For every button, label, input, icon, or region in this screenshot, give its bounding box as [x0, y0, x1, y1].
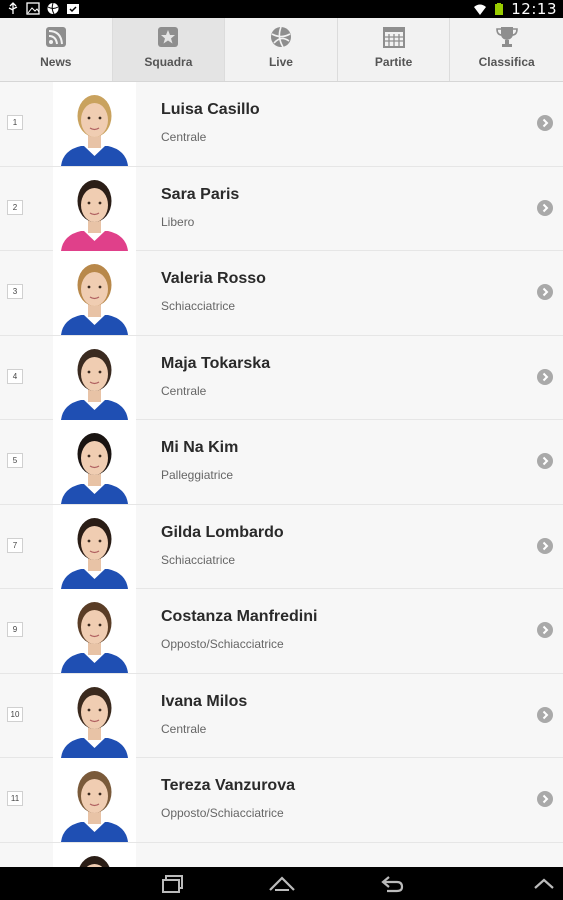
tab-label: Classifica [478, 55, 535, 69]
tab-live[interactable]: Live [225, 18, 338, 81]
player-number-badge: 9 [7, 622, 23, 637]
player-role: Schiacciatrice [161, 299, 236, 313]
back-icon[interactable] [379, 874, 405, 894]
player-name: Mi Na Kim [161, 439, 239, 456]
player-role: Centrale [161, 721, 207, 736]
player-number-badge: 3 [7, 284, 23, 299]
chevron-right-icon[interactable] [537, 368, 553, 385]
player-photo [53, 842, 136, 867]
player-number-badge: 5 [7, 453, 23, 468]
player-number-badge: 11 [7, 791, 23, 806]
player-photo [53, 166, 136, 251]
volleyball-icon [270, 26, 291, 48]
player-photo [53, 673, 136, 758]
system-status: 12:13 [473, 0, 557, 18]
chevron-right-icon[interactable] [537, 115, 553, 131]
player-row[interactable]: 11 Tereza Vanzurova Opposto/Schiacciatrice [0, 758, 563, 843]
player-photo [53, 335, 136, 420]
rss-icon [45, 27, 66, 47]
chevron-right-icon[interactable] [537, 453, 553, 469]
player-photo [53, 589, 136, 673]
tab-label: Partite [374, 55, 413, 69]
wifi-icon [474, 4, 487, 15]
chevron-right-icon[interactable] [537, 791, 553, 807]
player-row[interactable] [0, 842, 563, 867]
star-icon [158, 27, 179, 47]
image-icon [26, 2, 40, 15]
chevron-up-icon[interactable] [533, 874, 555, 894]
player-photo [53, 758, 136, 842]
tab-label: News [40, 55, 72, 69]
tab-partite[interactable]: Partite [338, 18, 451, 81]
player-row[interactable]: 2 Sara Paris Libero [0, 166, 563, 251]
chevron-right-icon[interactable] [537, 199, 553, 216]
player-row[interactable]: 5 Mi Na Kim Palleggiatrice [0, 420, 563, 505]
player-list: 1 Luisa Casillo Centrale 2 Sara Paris Libero 3… [0, 82, 563, 867]
player-photo [53, 82, 136, 166]
navigation-bar [0, 867, 563, 900]
player-photo [53, 420, 136, 504]
volleyball-notification-icon [47, 2, 59, 15]
player-role: Opposto/Schiacciatrice [161, 806, 284, 820]
player-name: Valeria Rosso [161, 270, 266, 287]
player-name: Ivana Milos [161, 692, 248, 710]
status-bar: 12:13 [0, 0, 563, 18]
player-name: Gilda Lombardo [161, 523, 284, 541]
clock: 12:13 [511, 0, 557, 18]
player-photo [53, 504, 136, 589]
player-role: Centrale [161, 383, 207, 398]
chevron-right-icon[interactable] [537, 537, 553, 554]
notification-icons [6, 2, 80, 15]
chevron-right-icon[interactable] [537, 706, 553, 723]
player-number-badge: 7 [7, 537, 23, 553]
battery-icon [495, 2, 504, 15]
calendar-icon [382, 27, 405, 48]
player-role: Centrale [161, 130, 207, 144]
recent-apps-icon[interactable] [160, 874, 186, 894]
player-number-badge: 2 [7, 199, 23, 215]
player-name: Costanza Manfredini [161, 608, 318, 625]
player-name: Sara Paris [161, 185, 240, 203]
tab-squadra[interactable]: Squadra [112, 18, 226, 81]
player-name: Tereza Vanzurova [161, 777, 295, 794]
tab-label: Squadra [144, 55, 193, 69]
player-row[interactable]: 1 Luisa Casillo Centrale [0, 82, 563, 167]
tab-classifica[interactable]: Classifica [450, 18, 563, 81]
tab-news[interactable]: News [0, 18, 113, 81]
player-row[interactable]: 4 Maja Tokarska Centrale [0, 335, 563, 420]
player-name: Maja Tokarska [161, 354, 271, 372]
chevron-right-icon[interactable] [537, 284, 553, 300]
player-number-badge: 4 [7, 368, 23, 384]
player-row[interactable]: 9 Costanza Manfredini Opposto/Schiacciatri… [0, 589, 563, 674]
usb-icon [8, 2, 18, 14]
tab-label: Live [268, 55, 293, 69]
player-role: Palleggiatrice [161, 468, 234, 482]
trophy-icon [495, 27, 518, 47]
player-name: Luisa Casillo [161, 101, 260, 118]
player-role: Opposto/Schiacciatrice [161, 637, 284, 651]
player-row[interactable]: 10 Ivana Milos Centrale [0, 673, 563, 758]
player-number-badge: 10 [7, 706, 23, 722]
player-photo [53, 251, 136, 335]
home-icon[interactable] [268, 874, 296, 894]
chevron-right-icon[interactable] [537, 622, 553, 638]
calendar-check-icon [67, 4, 79, 14]
player-row[interactable]: 3 Valeria Rosso Schiacciatrice [0, 251, 563, 336]
tab-bar: News Squadra Live Partite Classifica [0, 18, 563, 82]
player-number-badge: 1 [7, 115, 23, 130]
player-role: Libero [161, 214, 195, 229]
player-role: Schiacciatrice [161, 552, 236, 567]
player-row[interactable]: 7 Gilda Lombardo Schiacciatrice [0, 504, 563, 589]
